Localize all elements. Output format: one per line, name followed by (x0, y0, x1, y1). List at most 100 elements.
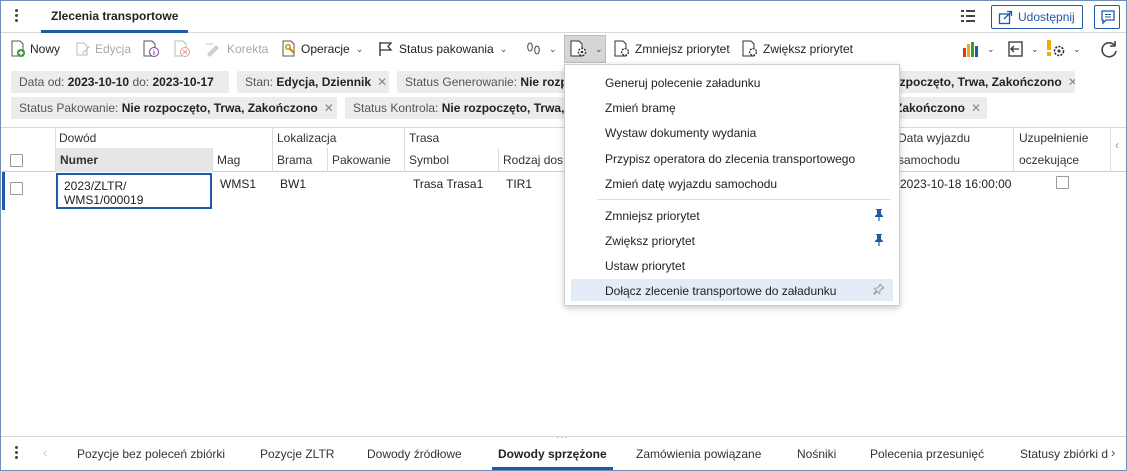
tab-pozycje-zltr[interactable]: Pozycje ZLTR (260, 447, 334, 461)
chat-icon (1101, 10, 1115, 25)
packing-status-button[interactable]: Status pakowania ⌄ (377, 37, 507, 61)
cell-data-wyjazdu[interactable]: 2023-10-18 16:00:00 (900, 177, 1011, 191)
menu-item-label: Dołącz zlecenie transportowe do załadunk… (605, 284, 837, 298)
correction-label: Korekta (227, 42, 269, 56)
column-header-symbol[interactable]: Symbol (409, 153, 449, 167)
feedback-button[interactable] (1094, 5, 1120, 29)
column-divider (212, 148, 213, 172)
cell-mag[interactable]: WMS1 (220, 177, 256, 191)
footprints-icon (527, 42, 540, 55)
cell-uzupelnienie-checkbox[interactable] (1056, 176, 1069, 189)
filter-chip-label: Status Kontrola: (353, 101, 442, 115)
column-header-rodzaj[interactable]: Rodzaj dos (503, 153, 563, 167)
scroll-right-icon[interactable]: › (1111, 445, 1115, 460)
column-header-brama[interactable]: Brama (277, 153, 312, 167)
column-divider (55, 128, 56, 172)
share-button[interactable]: Udostępnij (991, 5, 1083, 29)
menu-item-decrease-priority[interactable]: Zmniejsz priorytet (571, 204, 893, 226)
menu-item-attach-to-loading[interactable]: Dołącz zlecenie transportowe do załadunk… (571, 279, 893, 301)
edit-icon (76, 42, 90, 56)
scroll-left-arrow-icon[interactable]: ‹ (1110, 128, 1126, 172)
menu-item-change-departure-date[interactable]: Zmień datę wyjazdu samochodu (571, 172, 893, 194)
new-button[interactable]: Nowy (10, 37, 60, 61)
tab-polecenia-przesuniec[interactable]: Polecenia przesunięć (870, 447, 984, 461)
delete-button[interactable] (173, 37, 191, 61)
edit-label: Edycja (95, 42, 132, 56)
column-header-uzupelnienie-2[interactable]: oczekujące (1019, 153, 1079, 167)
filter-chip-status-continued[interactable]: rzpoczęto, Trwa, Zakończono ✕ (889, 71, 1075, 93)
operations-button[interactable]: Operacje ⌄ (281, 37, 363, 61)
kebab-menu-icon[interactable] (15, 9, 19, 23)
chevron-down-icon: ⌄ (1073, 43, 1081, 54)
filter-chip-status-generowanie[interactable]: Status Generowanie: Nie rozpoczęto (397, 71, 565, 93)
menu-item-issue-documents[interactable]: Wystaw dokumenty wydania (571, 121, 893, 143)
info-button[interactable]: i (142, 37, 160, 61)
menu-item-increase-priority[interactable]: Zwiększ priorytet (571, 229, 893, 251)
menu-item-generate-loading-order[interactable]: Generuj polecenie załadunku (571, 71, 893, 93)
filter-chip-value: 2023-10-17 (152, 75, 214, 89)
export-button[interactable]: ⌄ (1007, 37, 1039, 61)
decrease-priority-button[interactable]: Zmniejsz priorytet (613, 37, 730, 61)
correction-button[interactable]: Korekta (205, 37, 268, 61)
tab-nosniki[interactable]: Nośniki (797, 447, 836, 461)
chevron-down-icon: ⌄ (355, 43, 364, 54)
tab-dowody-sprzezone[interactable]: Dowody sprzężone (492, 447, 613, 470)
column-header-data-wyjazdu-2[interactable]: samochodu (898, 153, 960, 167)
menu-item-set-priority[interactable]: Ustaw priorytet (571, 254, 893, 276)
increase-priority-button[interactable]: Zwiększ priorytet (741, 37, 853, 61)
cell-brama[interactable]: BW1 (280, 177, 306, 191)
scroll-left-icon[interactable]: ‹ (43, 445, 47, 460)
list-settings-icon[interactable] (959, 7, 979, 27)
document-delete-icon (174, 40, 190, 57)
tab-dowody-zrodlowe[interactable]: Dowody źródłowe (367, 447, 462, 461)
tab-statusy-zbiorki[interactable]: Statusy zbiórki d (1020, 447, 1108, 461)
chart-button[interactable]: ⌄ (961, 37, 995, 61)
close-icon[interactable]: ✕ (971, 101, 981, 115)
tab-zamowienia-powiazane[interactable]: Zamówienia powiązane (636, 447, 761, 461)
pin-icon[interactable] (873, 233, 885, 247)
filter-chip-date[interactable]: Data od: 2023-10-10 do: 2023-10-17 (11, 71, 229, 93)
filter-chip-status-kontrola[interactable]: Status Kontrola: Nie rozpoczęto, Trwa, (345, 97, 565, 119)
row-checkbox[interactable] (10, 182, 23, 195)
column-header-uzupelnienie[interactable]: Uzupełnienie (1019, 131, 1088, 145)
close-icon[interactable]: ✕ (377, 75, 387, 89)
pin-outline-icon[interactable] (871, 283, 885, 297)
document-actions-button[interactable]: ⌄ (569, 37, 603, 61)
close-icon[interactable]: ✕ (324, 101, 334, 115)
column-header-numer[interactable]: Numer (60, 153, 98, 167)
filter-chip-kontrola-continued[interactable]: Zakończono ✕ (889, 97, 987, 119)
kebab-menu-icon[interactable] (15, 446, 19, 460)
cell-numer[interactable]: 2023/ZLTR/ WMS1/000019 (56, 173, 212, 209)
filter-chip-value: rzpoczęto, Trwa, Zakończono (895, 75, 1062, 89)
gear-warning-icon (1047, 40, 1065, 57)
filter-chip-value: 2023-10-10 (67, 75, 130, 89)
filter-chip-value: Zakończono (895, 101, 966, 115)
bottom-tab-bar: ‹ Pozycje bez poleceń zbiórki Pozycje ZL… (1, 436, 1126, 470)
filter-chip-value: Nie rozpoczęto, Trwa, (441, 101, 565, 115)
cell-rodzaj[interactable]: TIR1 (506, 177, 532, 191)
filter-chip-label: Data (19, 75, 45, 89)
filter-chip-status-pakowanie[interactable]: Status Pakowanie: Nie rozpoczęto, Trwa, … (11, 97, 337, 119)
filter-chip-value: Edycja, Dziennik (276, 75, 372, 89)
cell-symbol[interactable]: Trasa Trasa1 (413, 177, 483, 191)
column-header-data-wyjazdu[interactable]: Data wyjazdu (898, 131, 970, 145)
filter-chip-stan[interactable]: Stan: Edycja, Dziennik ✕ (237, 71, 389, 93)
refresh-button[interactable] (1099, 37, 1119, 61)
tab-zlecenia-transportowe[interactable]: Zlecenia transportowe (41, 1, 189, 33)
select-all-checkbox[interactable] (10, 154, 23, 167)
column-header-mag[interactable]: Mag (217, 153, 240, 167)
menu-item-change-gate[interactable]: Zmień bramę (571, 96, 893, 118)
close-icon[interactable]: ✕ (1068, 75, 1075, 89)
column-header-pakowanie[interactable]: Pakowanie (332, 153, 391, 167)
filter-chip-label: do: (129, 75, 153, 89)
edit-button[interactable]: Edycja (75, 37, 131, 61)
menu-item-assign-operator[interactable]: Przypisz operatora do zlecenia transport… (571, 147, 893, 169)
trace-button[interactable]: ⌄ (525, 37, 557, 61)
tab-pozycje-bez-polecen[interactable]: Pozycje bez poleceń zbiórki (77, 447, 225, 461)
group-header-trasa: Trasa (409, 131, 440, 145)
document-gear-icon (614, 40, 630, 57)
tab-header: Zlecenia transportowe Udostępnij (1, 1, 1126, 33)
menu-separator (597, 199, 891, 200)
pin-icon[interactable] (873, 208, 885, 222)
settings-button[interactable]: ⌄ (1045, 37, 1081, 61)
